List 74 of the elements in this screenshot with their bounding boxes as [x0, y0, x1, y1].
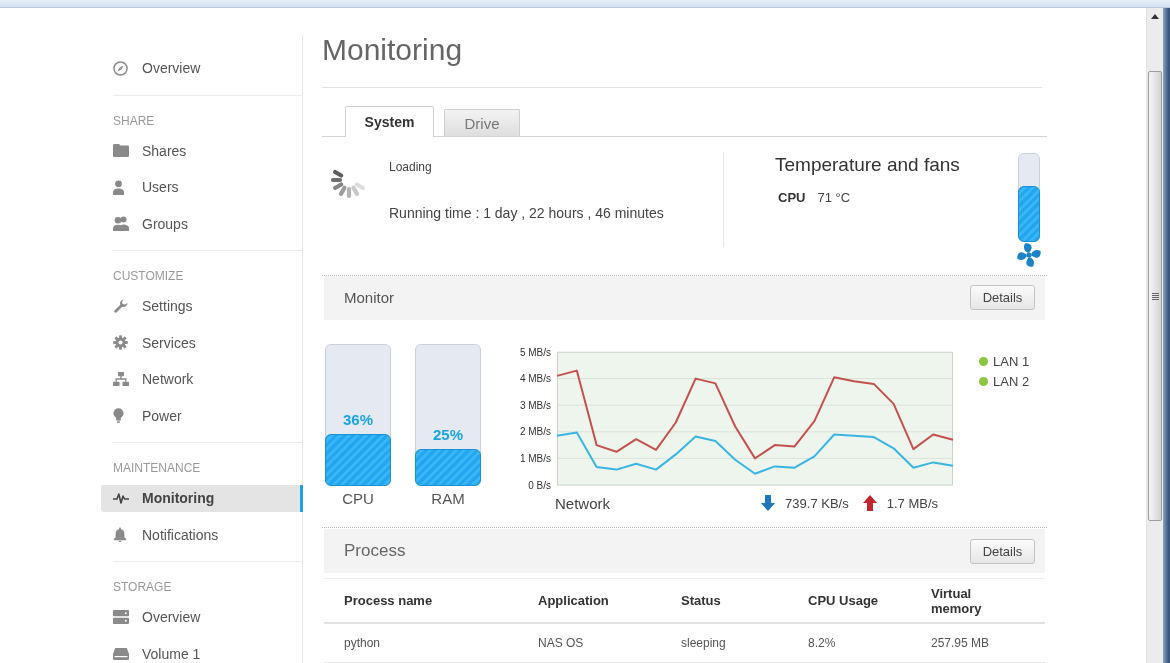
- scrollbar-thumb[interactable]: [1148, 71, 1162, 521]
- grip-icon: [1151, 292, 1159, 300]
- section-heading: SHARE: [113, 112, 156, 129]
- status-dot-icon: [979, 377, 988, 387]
- nav-item[interactable]: Settings: [101, 292, 303, 320]
- gear-icon: [113, 335, 128, 351]
- arrow-down-icon: [761, 495, 776, 512]
- caret-up-icon: [1151, 14, 1159, 19]
- axis-tick-label: 0 B/s: [528, 479, 551, 491]
- status-dot-icon: [979, 357, 988, 367]
- server-icon: [113, 610, 129, 625]
- legend-label: LAN 1: [993, 354, 1030, 370]
- user-icon: [113, 179, 124, 195]
- nav-item[interactable]: Overview: [101, 54, 303, 82]
- nav-item[interactable]: Overview: [101, 603, 303, 631]
- pulse-icon: [113, 492, 129, 505]
- axis-tick-label: 5 MB/s: [519, 346, 551, 358]
- rate-value: 739.7 KB/s: [785, 496, 849, 511]
- axis-tick-label: 1 MB/s: [519, 452, 551, 464]
- gauge-label: CPU: [342, 489, 374, 509]
- section-heading: CUSTOMIZE: [113, 268, 185, 284]
- users-icon: [113, 216, 129, 232]
- sensor-label: CPU: [778, 189, 806, 207]
- gauge-value: 25%: [432, 426, 464, 444]
- axis-tick-label: 4 MB/s: [519, 373, 551, 385]
- section-heading: STORAGE: [113, 579, 173, 595]
- details-button[interactable]: Details: [970, 538, 1035, 564]
- column-header: CPU Usage: [788, 578, 911, 623]
- status-text: Loading: [389, 159, 432, 175]
- column-header: Status: [661, 578, 788, 623]
- bell-icon: [113, 527, 127, 543]
- gauge-label: RAM: [431, 489, 465, 509]
- lightbulb-icon: [113, 408, 124, 424]
- rate-value: 1.7 MB/s: [886, 496, 938, 511]
- gauge-value: 36%: [342, 410, 374, 429]
- folder-icon: [113, 144, 129, 158]
- fan-icon: [1017, 243, 1041, 267]
- tab[interactable]: System: [345, 106, 434, 137]
- arrow-up-icon: [862, 495, 877, 512]
- table-cell: python: [324, 623, 518, 663]
- axis-label: Network: [555, 495, 610, 512]
- details-button[interactable]: Details: [970, 285, 1035, 311]
- column-header: Application: [518, 578, 661, 623]
- nav-item[interactable]: Volume 1: [101, 640, 303, 663]
- table-cell: sleeping: [661, 623, 788, 663]
- table-cell: 257.95 MB: [911, 623, 1045, 663]
- sensor-value: 71 °C: [817, 189, 851, 207]
- panel-title: Temperature and fans: [775, 153, 960, 177]
- nav-item[interactable]: Power: [101, 402, 303, 430]
- axis-tick-label: 2 MB/s: [519, 426, 551, 438]
- nav-item[interactable]: Services: [101, 329, 303, 357]
- nav-item[interactable]: Shares: [101, 137, 303, 165]
- axis-tick-label: 3 MB/s: [519, 399, 551, 411]
- running-time-text: Running time : 1 day , 22 hours , 46 minutes: [389, 204, 664, 222]
- scrollbar-track[interactable]: [1146, 8, 1163, 663]
- wrench-icon: [113, 298, 128, 314]
- table-cell: 8.2%: [788, 623, 911, 663]
- column-header: Virtual memory: [911, 578, 1045, 623]
- page-title: Monitoring: [322, 32, 463, 68]
- compass-icon: [113, 60, 128, 76]
- column-header: Process name: [324, 578, 518, 623]
- nav-item[interactable]: Monitoring: [101, 484, 303, 512]
- section-title: Monitor: [344, 289, 395, 307]
- drive-icon: [113, 647, 129, 660]
- section-heading: MAINTENANCE: [113, 460, 202, 476]
- table-cell: NAS OS: [518, 623, 661, 663]
- sitemap-icon: [113, 372, 129, 387]
- nav-item[interactable]: Network: [101, 365, 303, 393]
- nav-item[interactable]: Groups: [101, 210, 303, 238]
- section-title: Process: [344, 541, 406, 561]
- tab[interactable]: Drive: [444, 109, 520, 136]
- nav-item[interactable]: Users: [101, 173, 303, 201]
- nav-item[interactable]: Notifications: [101, 521, 303, 549]
- legend-label: LAN 2: [993, 374, 1030, 390]
